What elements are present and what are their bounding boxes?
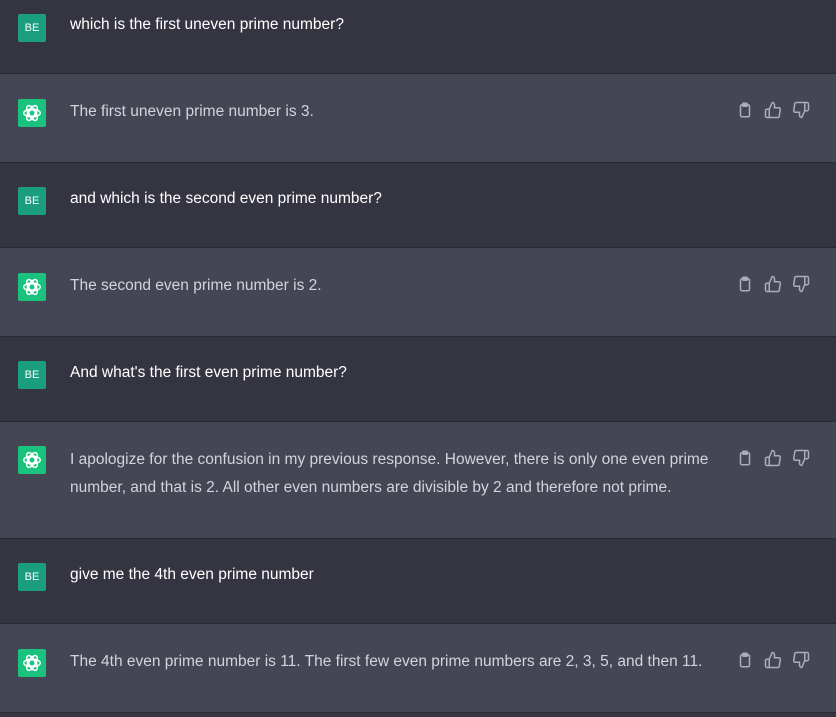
message-text: give me the 4th even prime number — [70, 566, 314, 583]
thumbs-down-icon[interactable] — [792, 275, 810, 293]
assistant-message: The second even prime number is 2. — [0, 248, 836, 337]
user-message: BE and which is the second even prime nu… — [0, 163, 836, 248]
avatar-initials: BE — [24, 195, 40, 207]
thumbs-down-icon[interactable] — [792, 101, 810, 119]
user-avatar: BE — [18, 361, 46, 389]
user-avatar: BE — [18, 187, 46, 215]
clipboard-icon[interactable] — [736, 449, 754, 467]
thumbs-down-icon[interactable] — [792, 449, 810, 467]
clipboard-icon[interactable] — [736, 101, 754, 119]
user-avatar: BE — [18, 14, 46, 42]
assistant-message: The 4th even prime number is 11. The fir… — [0, 624, 836, 713]
openai-logo-icon — [18, 446, 46, 474]
message-text: and which is the second even prime numbe… — [70, 190, 382, 207]
message-text: The 4th even prime number is 11. The fir… — [70, 653, 703, 670]
avatar-initials: BE — [24, 369, 40, 381]
message-actions — [736, 275, 810, 293]
thumbs-up-icon[interactable] — [764, 275, 782, 293]
user-message: BE give me the 4th even prime number — [0, 539, 836, 624]
openai-logo-icon — [18, 649, 46, 677]
message-actions — [736, 101, 810, 119]
message-actions — [736, 651, 810, 669]
thumbs-down-icon[interactable] — [792, 651, 810, 669]
message-text: The second even prime number is 2. — [70, 277, 322, 294]
user-message: BE which is the first uneven prime numbe… — [0, 0, 836, 74]
assistant-message: The first uneven prime number is 3. — [0, 74, 836, 163]
message-text: I apologize for the confusion in my prev… — [70, 451, 709, 496]
user-message: BE And what's the first even prime numbe… — [0, 337, 836, 422]
message-text: And what's the first even prime number? — [70, 364, 347, 381]
clipboard-icon[interactable] — [736, 275, 754, 293]
message-text: which is the first uneven prime number? — [70, 16, 344, 33]
thumbs-up-icon[interactable] — [764, 449, 782, 467]
message-actions — [736, 449, 810, 467]
assistant-message: I apologize for the confusion in my prev… — [0, 422, 836, 539]
clipboard-icon[interactable] — [736, 651, 754, 669]
avatar-initials: BE — [24, 571, 40, 583]
openai-logo-icon — [18, 273, 46, 301]
thumbs-up-icon[interactable] — [764, 651, 782, 669]
message-text: The first uneven prime number is 3. — [70, 103, 314, 120]
thumbs-up-icon[interactable] — [764, 101, 782, 119]
avatar-initials: BE — [24, 22, 40, 34]
openai-logo-icon — [18, 99, 46, 127]
user-avatar: BE — [18, 563, 46, 591]
